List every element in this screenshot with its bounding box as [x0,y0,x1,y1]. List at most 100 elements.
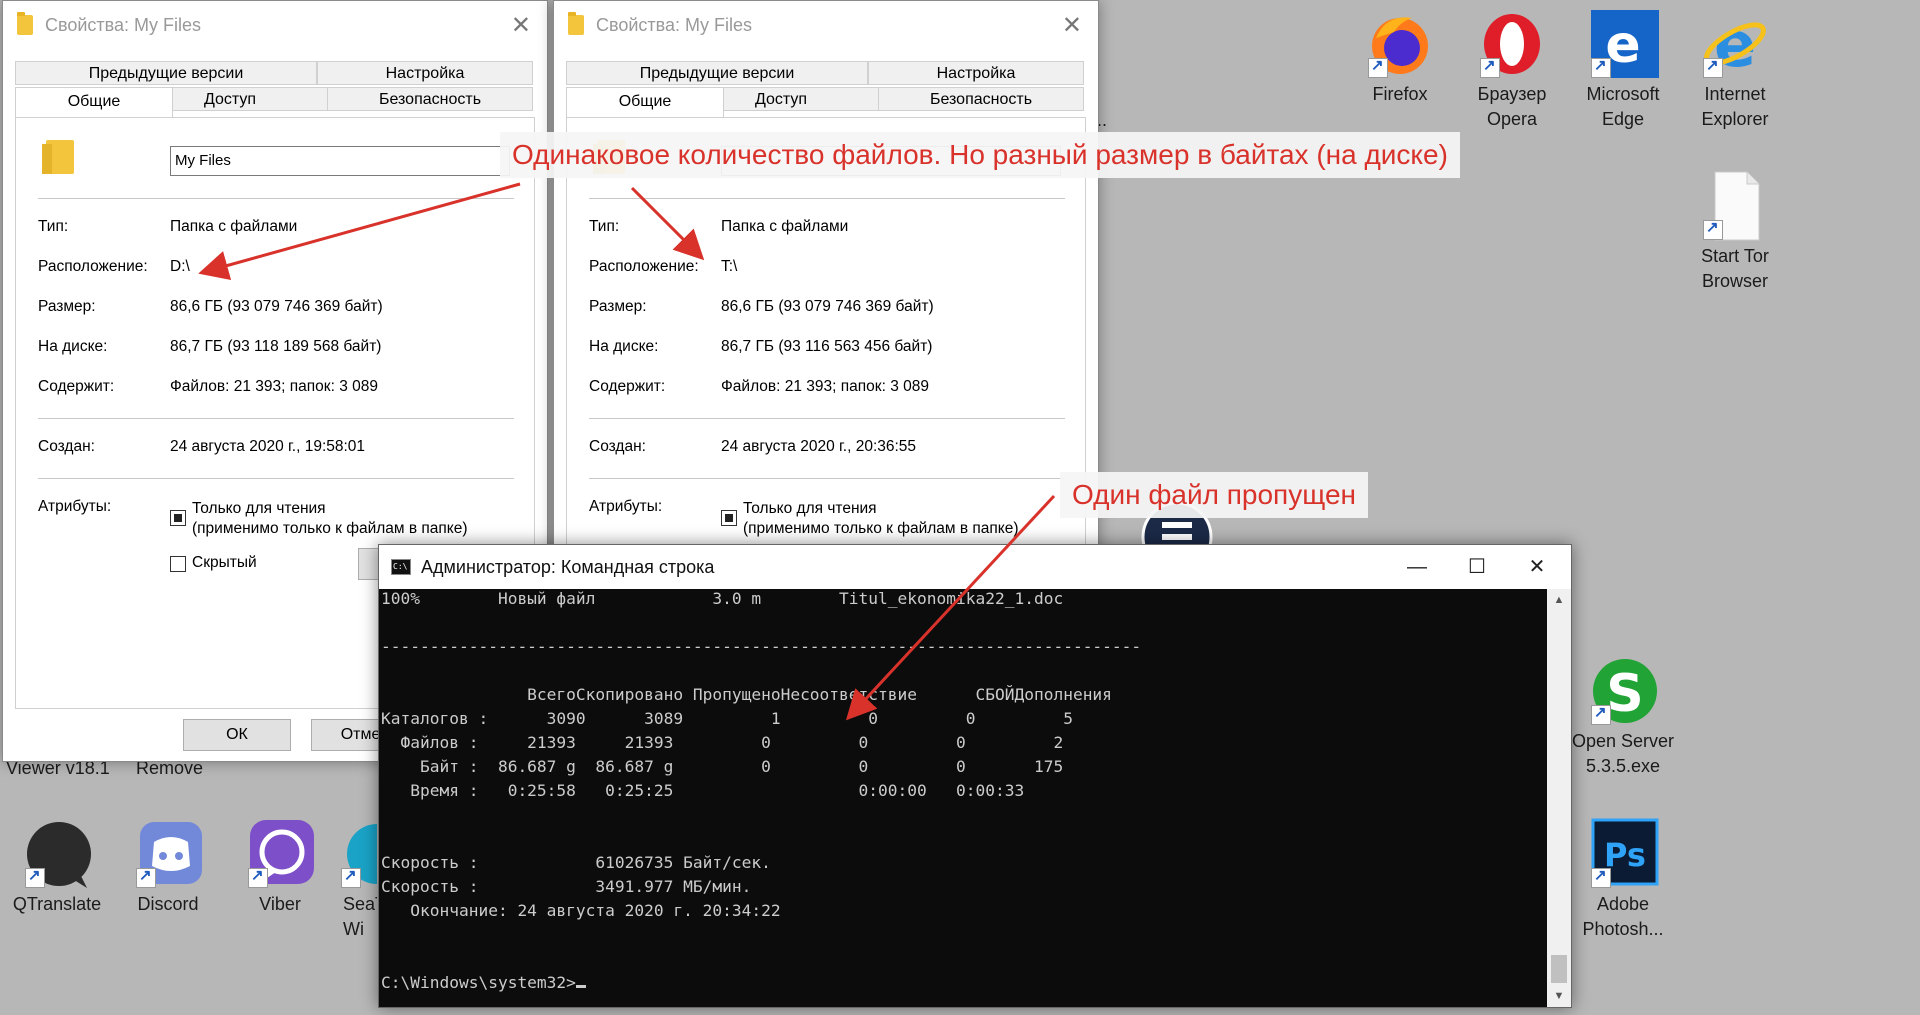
hidden-checkbox[interactable] [170,556,186,572]
folder-icon [568,12,584,35]
scroll-down-icon[interactable]: ▼ [1547,985,1571,1007]
edge-icon: e [1587,8,1659,80]
size-label: Размер: [38,298,96,315]
tab-previous-versions[interactable]: Предыдущие версии [566,61,868,85]
ok-button[interactable]: ОК [183,719,291,751]
close-icon[interactable]: ✕ [1062,11,1082,40]
left-window-titlebar[interactable]: Свойства: My Files ✕ [3,1,547,53]
location-value: T:\ [721,258,738,275]
readonly-checkbox[interactable] [721,510,737,526]
cmd-line: Файлов : 21393 21393 0 0 0 2 [381,733,1064,752]
divider [589,418,1065,419]
minimize-icon[interactable]: — [1387,549,1447,585]
readonly-checkbox[interactable] [170,510,186,526]
adobe-photoshop-desktop-icon[interactable]: Ps AdobePhotosh... [1568,818,1678,942]
start-tor-browser-desktop-icon[interactable]: Start TorBrowser [1680,170,1790,294]
open-server-desktop-icon[interactable]: S Open Server5.3.5.exe [1568,655,1678,779]
scroll-thumb[interactable] [1551,955,1567,983]
firefox-label: Firefox [1372,84,1428,104]
internet-explorer-icon: e [1699,8,1771,81]
tab-security[interactable]: Безопасность [327,87,533,111]
seatools-label: SeaTWi [343,894,377,939]
ondisk-label: На диске: [38,338,108,355]
cmd-line: ВсегоСкопировано ПропущеноНесоответствие… [381,685,1112,704]
right-window-title: Свойства: My Files [596,15,753,35]
cmd-scrollbar[interactable]: ▲ ▼ [1547,589,1571,1007]
qtranslate-label: QTranslate [12,894,102,914]
discord-icon [132,818,204,890]
cmd-line: Окончание: 24 августа 2020 г. 20:34:22 [381,901,781,920]
annotation-top: Одинаковое количество файлов. Но разный … [500,132,1460,178]
open-server-icon: S [1587,655,1659,727]
cmd-title: Администратор: Командная строка [421,557,715,577]
tab-general[interactable]: Общие [15,87,173,119]
maximize-icon[interactable]: ☐ [1447,549,1507,585]
cmd-line: Скорость : 61026735 Байт/сек. [381,853,771,872]
cmd-icon: C:\ [391,559,411,575]
start-tor-browser-label: Start Tor Browser [1701,246,1769,291]
tab-previous-versions[interactable]: Предыдущие версии [15,61,317,85]
divider [38,418,514,419]
discord-desktop-icon[interactable]: Discord [113,818,223,917]
size-value: 86,6 ГБ (93 079 746 369 байт) [721,298,934,315]
type-value: Папка с файлами [721,218,849,235]
scroll-up-icon[interactable]: ▲ [1547,589,1571,611]
edge-desktop-icon[interactable]: e MicrosoftEdge [1568,8,1678,132]
qtranslate-icon [21,818,93,890]
open-server-label: Open Server 5.3.5.exe [1571,731,1675,776]
qtranslate-desktop-icon[interactable]: QTranslate [2,818,112,917]
cmd-output[interactable]: 100% Новый файл 3.0 m Titul_ekonomika22_… [379,589,1547,1007]
firefox-desktop-icon[interactable]: Firefox [1345,8,1455,107]
location-label: Расположение: [38,258,148,275]
created-value: 24 августа 2020 г., 20:36:55 [721,438,917,455]
cmd-prompt-line[interactable]: C:\Windows\system32> [381,973,586,992]
folder-icon [17,12,33,35]
right-window-titlebar[interactable]: Свойства: My Files ✕ [554,1,1098,53]
type-label: Тип: [38,218,69,235]
location-label: Расположение: [589,258,699,275]
contains-label: Содержит: [589,378,666,395]
contains-label: Содержит: [38,378,115,395]
contains-value: Файлов: 21 393; папок: 3 089 [721,378,929,395]
created-label: Создан: [38,438,95,455]
text-cursor [575,985,586,988]
ondisk-value: 86,7 ГБ (93 118 189 568 байт) [170,338,382,355]
divider [38,478,514,479]
firefox-icon [1364,8,1436,80]
ondisk-value: 86,7 ГБ (93 116 563 456 байт) [721,338,933,355]
internet-explorer-desktop-icon[interactable]: e InternetExplorer [1680,8,1790,132]
cmd-line: Скорость : 3491.977 МБ/мин. [381,877,752,896]
folder-icon [42,140,74,174]
tab-general[interactable]: Общие [566,87,724,119]
size-value: 86,6 ГБ (93 079 746 369 байт) [170,298,383,315]
adobe-photoshop-label: Adobe Photosh... [1582,894,1664,939]
type-label: Тип: [589,218,620,235]
viber-icon [244,818,316,890]
tab-customize[interactable]: Настройка [317,61,533,85]
cmd-line: Каталогов : 3090 3089 1 0 0 5 [381,709,1073,728]
folder-name-input[interactable]: My Files [170,146,510,176]
attributes-label: Атрибуты: [38,498,112,515]
left-tabs: Предыдущие версии Настройка Доступ Безоп… [15,61,533,125]
svg-text:S: S [1606,664,1643,724]
created-value: 24 августа 2020 г., 19:58:01 [170,438,366,455]
cmd-prompt: C:\Windows\system32> [381,973,576,992]
contains-value: Файлов: 21 393; папок: 3 089 [170,378,378,395]
divider [589,478,1065,479]
close-icon[interactable]: ✕ [1507,549,1567,585]
document-icon [1699,170,1771,242]
left-window-title: Свойства: My Files [45,15,202,35]
cmd-line: Время : 0:25:58 0:25:25 0:00:00 0:00:33 [381,781,1025,800]
tab-customize[interactable]: Настройка [868,61,1084,85]
readonly-note: (применимо только к файлам в папке) [192,520,468,537]
cmd-titlebar[interactable]: C:\ Администратор: Командная строка — ☐ … [379,545,1571,589]
opera-desktop-icon[interactable]: БраузерOpera [1457,8,1567,132]
divider [589,198,1065,199]
ondisk-label: На диске: [589,338,659,355]
seatools-desktop-icon[interactable]: SeaTWi [337,818,377,942]
tab-security[interactable]: Безопасность [878,87,1084,111]
viber-desktop-icon[interactable]: Viber [225,818,335,917]
right-tabs: Предыдущие версии Настройка Доступ Безоп… [566,61,1084,125]
command-prompt-window: C:\ Администратор: Командная строка — ☐ … [378,544,1572,1008]
close-icon[interactable]: ✕ [511,11,531,40]
